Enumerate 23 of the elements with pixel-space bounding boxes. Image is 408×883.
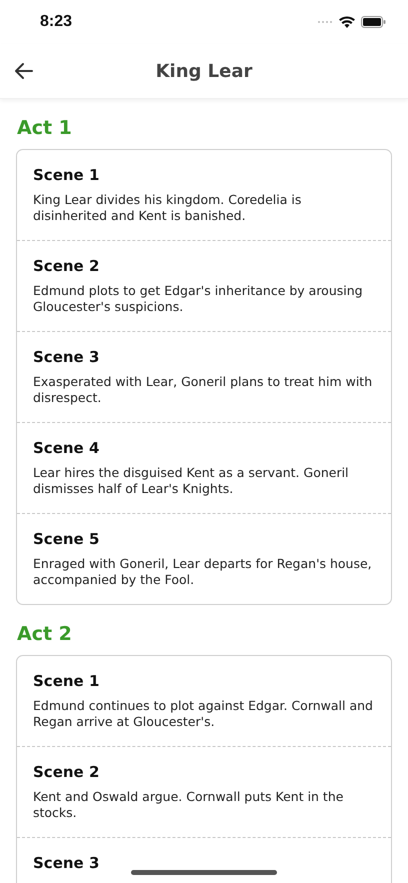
scene-summary: Enraged with Goneril, Lear departs for Regan's house, accompanied by the Fool. — [33, 556, 373, 588]
scene-title[interactable]: Scene 4 — [33, 439, 375, 457]
wifi-icon — [339, 16, 355, 28]
battery-icon — [361, 16, 386, 28]
scene-summary: King Lear divides his kingdom. Coredelia is disinherited and Kent is banished. — [33, 192, 302, 224]
act-heading: Act 2 — [17, 623, 73, 645]
scene-summary: Edmund plots to get Edgar's inheritance by arousing Gloucester's suspicions. — [33, 283, 364, 315]
scene-summary: Kent and Oswald argue. Cornwall puts Kent in the stocks. — [33, 789, 344, 821]
scene-title[interactable]: Scene 3 — [33, 348, 375, 366]
page-title: King Lear — [156, 60, 252, 82]
scene-summary: Edmund continues to plot against Edgar. Cornwall and Regan arrive at Gloucester's. — [33, 698, 374, 730]
scene-summary: Exasperated with Lear, Goneril plans to treat him with disrespect. — [33, 374, 374, 406]
signal-icon — [317, 20, 333, 24]
scene-title[interactable]: Scene 2 — [33, 763, 375, 781]
status-time: 8:23 — [40, 13, 72, 31]
scene-title[interactable]: Scene 3 — [33, 854, 375, 872]
scene-summary: Lear hires the disguised Kent as a servant. Goneril dismisses half of Lear's Knights. — [33, 465, 350, 497]
scene-title[interactable]: Scene 1 — [33, 672, 375, 690]
back-arrow-icon[interactable] — [14, 61, 34, 81]
scene-title[interactable]: Scene 5 — [33, 530, 375, 548]
act-heading: Act 1 — [17, 117, 73, 139]
scene-title[interactable]: Scene 2 — [33, 257, 375, 275]
scene-title[interactable]: Scene 1 — [33, 166, 375, 184]
